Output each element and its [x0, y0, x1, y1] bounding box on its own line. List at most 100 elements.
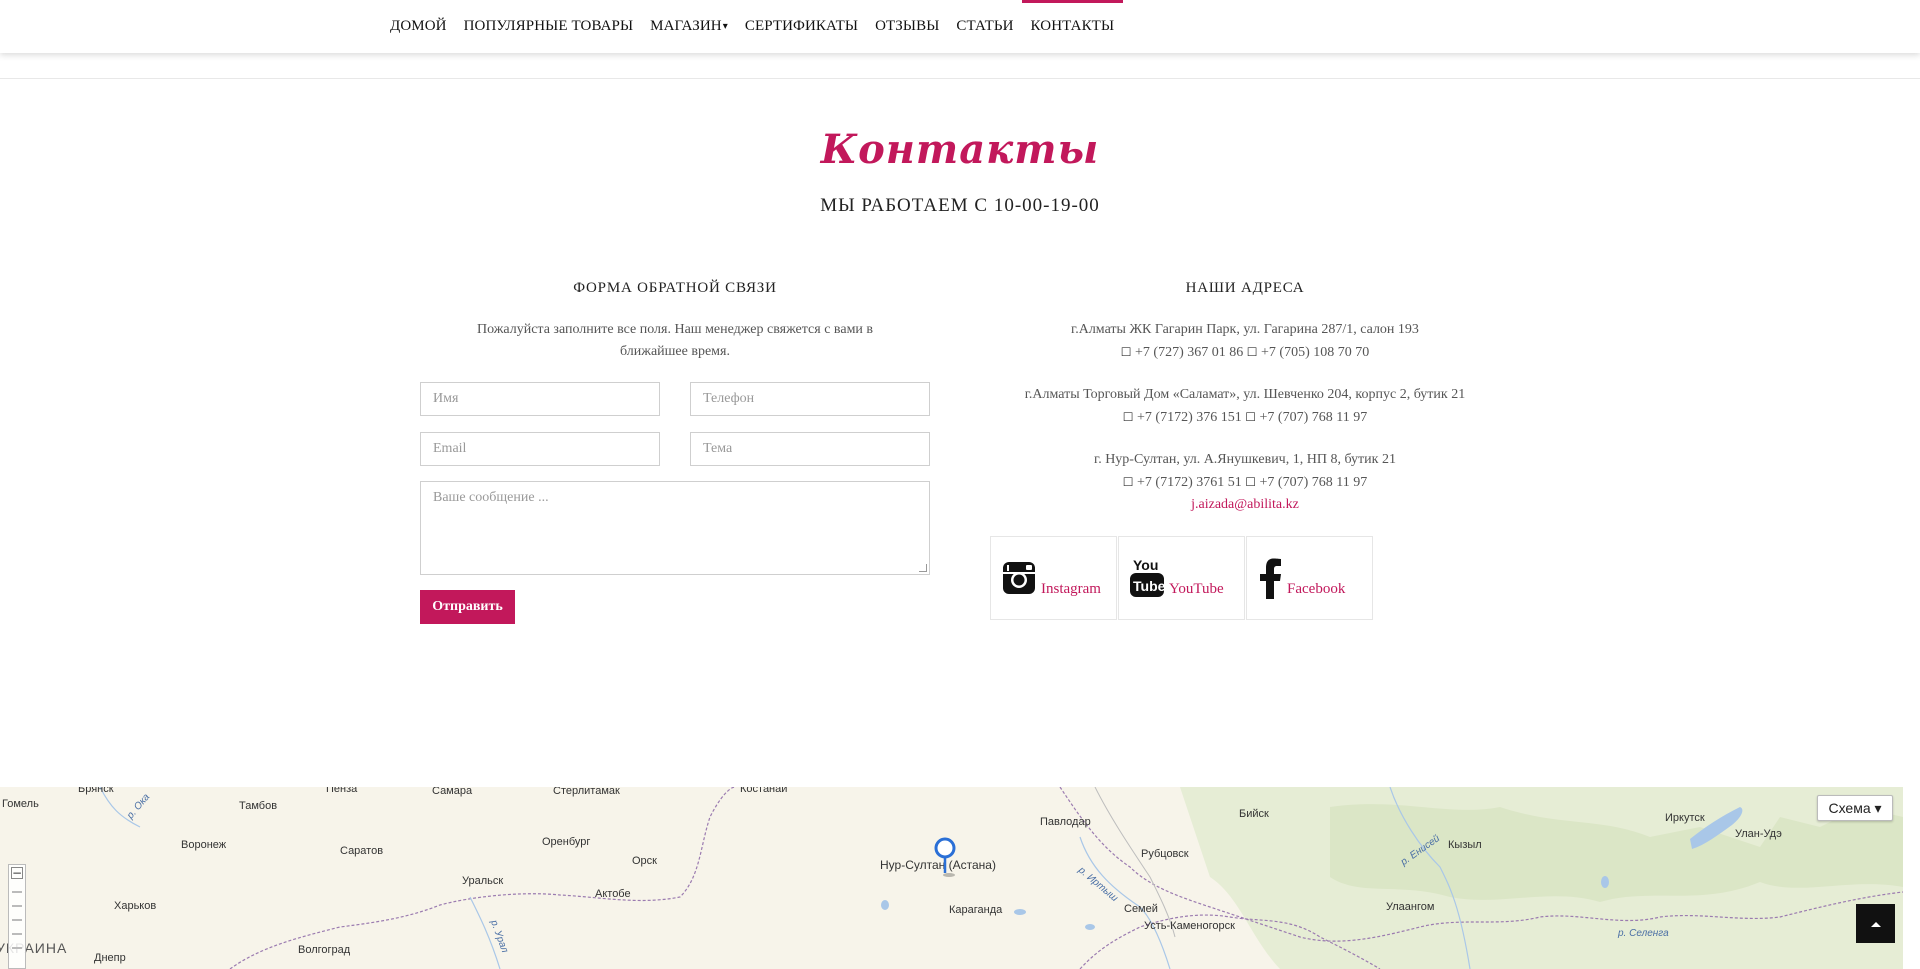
nav-item-shop[interactable]: МАГАЗИН ▾	[650, 0, 728, 53]
phone-number: +7 (707) 768 11 97	[1259, 410, 1368, 425]
map-layer-button[interactable]: Схема ▾	[1817, 795, 1893, 821]
nav-item-contacts[interactable]: КОНТАКТЫ	[1021, 0, 1123, 53]
map-city: Волгоград	[298, 944, 351, 956]
map-city: Стерлитамак	[553, 787, 620, 797]
phone-icon: ☐	[1122, 410, 1134, 424]
location-map[interactable]: Брянск Пенза Самара Стерлитамак Костанай…	[0, 787, 1903, 969]
map-city: Самара	[432, 787, 473, 797]
form-intro: Пожалуйста заполните все поля. Наш менед…	[476, 322, 874, 359]
address-phones: ☐ +7 (7172) 3761 51 ☐ +7 (707) 768 11 97	[990, 471, 1500, 494]
caret-down-icon: ▾	[722, 21, 728, 32]
nav-item-label: МАГАЗИН	[650, 18, 722, 34]
map-city: Семей	[1124, 903, 1158, 915]
name-input[interactable]: Имя	[420, 382, 660, 416]
nav-item-reviews[interactable]: ОТЗЫВЫ	[875, 0, 939, 53]
map-marker-icon[interactable]	[933, 837, 961, 879]
map-city: Воронеж	[181, 839, 227, 851]
instagram-icon	[1003, 562, 1035, 594]
scroll-to-top-button[interactable]	[1856, 904, 1895, 943]
map-city: Костанай	[740, 787, 788, 795]
phone-input[interactable]: Телефон	[690, 382, 930, 416]
facebook-icon	[1260, 558, 1281, 599]
address-text: г.Алматы ЖК Гагарин Парк, ул. Гагарина 2…	[1071, 322, 1419, 337]
phone-icon: ☐	[1120, 345, 1132, 359]
divider	[0, 78, 1920, 79]
zoom-tick	[12, 947, 22, 949]
form-title: ФОРМА ОБРАТНОЙ СВЯЗИ	[573, 280, 777, 296]
map-city: Усть-Каменогорск	[1144, 920, 1235, 932]
social-links: Instagram You Tube YouTube Facebook	[990, 536, 1374, 620]
youtube-icon: You Tube	[1130, 557, 1165, 597]
phone-number: +7 (727) 367 01 86	[1135, 345, 1244, 360]
phone-number: +7 (707) 768 11 97	[1259, 475, 1368, 490]
phone-icon: ☐	[1245, 410, 1257, 424]
social-label: YouTube	[1169, 580, 1224, 597]
svg-text:You: You	[1133, 557, 1158, 573]
youtube-link[interactable]: You Tube YouTube	[1118, 536, 1245, 620]
message-placeholder: Ваше сообщение ...	[433, 490, 549, 505]
map-city: Саратов	[340, 845, 384, 857]
social-label: Instagram	[1041, 580, 1101, 597]
map-city: Улаангом	[1386, 901, 1435, 913]
subject-input[interactable]: Тема	[690, 432, 930, 466]
resize-handle-icon[interactable]	[919, 564, 927, 572]
phone-number: +7 (7172) 3761 51	[1137, 475, 1242, 490]
nav-item-label: СТАТЬИ	[956, 18, 1014, 34]
address-item: г.Алматы ЖК Гагарин Парк, ул. Гагарина 2…	[990, 319, 1500, 364]
nav-item-articles[interactable]: СТАТЬИ	[956, 0, 1013, 53]
address-phones: ☐ +7 (727) 367 01 86 ☐ +7 (705) 108 70 7…	[990, 341, 1500, 364]
chevron-up-icon	[1870, 921, 1881, 927]
nav-item-label: ДОМОЙ	[390, 18, 447, 34]
map-city: Актобе	[595, 888, 631, 900]
map-city: Оренбург	[542, 836, 591, 848]
address-text: г. Нур-Султан, ул. А.Янушкевич, 1, НП 8,…	[1094, 452, 1396, 467]
nav-item-home[interactable]: ДОМОЙ	[390, 0, 447, 53]
map-city: Орск	[632, 855, 657, 867]
address-phones: ☐ +7 (7172) 376 151 ☐ +7 (707) 768 11 97	[990, 406, 1500, 429]
map-city: Рубцовск	[1141, 848, 1189, 860]
map-city: Пенза	[326, 787, 358, 795]
instagram-link[interactable]: Instagram	[990, 536, 1117, 620]
zoom-tick	[12, 905, 22, 907]
email-input[interactable]: Email	[420, 432, 660, 466]
map-city: Уральск	[462, 875, 504, 887]
map-river: р. Селенга	[1618, 928, 1669, 939]
social-label: Facebook	[1287, 580, 1346, 597]
map-city: Бийск	[1239, 808, 1269, 820]
map-zoom-control[interactable]: −	[8, 864, 26, 969]
map-city: Тамбов	[239, 800, 278, 812]
page-title: Контакты	[820, 126, 1100, 173]
nav-item-label: ПОПУЛЯРНЫЕ ТОВАРЫ	[463, 18, 634, 34]
map-city: Павлодар	[1040, 816, 1091, 828]
phone-icon: ☐	[1245, 475, 1257, 489]
address-text: г.Алматы Торговый Дом «Саламат», ул. Шев…	[1024, 387, 1466, 402]
zoom-out-icon[interactable]: −	[11, 867, 23, 879]
address-item: г. Нур-Султан, ул. А.Янушкевич, 1, НП 8,…	[990, 449, 1500, 516]
main-nav: ДОМОЙ ПОПУЛЯРНЫЕ ТОВАРЫ МАГАЗИН ▾ СЕРТИФИ…	[390, 0, 1131, 53]
phone-number: +7 (7172) 376 151	[1137, 410, 1242, 425]
nav-item-label: ОТЗЫВЫ	[875, 18, 940, 34]
map-city: Днепр	[94, 952, 126, 964]
nav-item-label: КОНТАКТЫ	[1030, 18, 1115, 34]
nav-item-certificates[interactable]: СЕРТИФИКАТЫ	[745, 0, 858, 53]
map-city: Караганда	[949, 904, 1003, 916]
facebook-link[interactable]: Facebook	[1246, 536, 1373, 620]
phone-icon: ☐	[1122, 475, 1134, 489]
message-textarea[interactable]: Ваше сообщение ...	[420, 481, 930, 575]
zoom-tick	[12, 891, 22, 893]
feedback-form: ФОРМА ОБРАТНОЙ СВЯЗИ Пожалуйста заполнит…	[420, 280, 930, 624]
submit-button[interactable]: Отправить	[420, 590, 515, 624]
addresses-section: НАШИ АДРЕСА г.Алматы ЖК Гагарин Парк, ул…	[990, 280, 1500, 516]
zoom-tick	[12, 933, 22, 935]
map-city: Харьков	[114, 900, 157, 912]
map-city: Иркутск	[1665, 812, 1705, 824]
phone-number: +7 (705) 108 70 70	[1261, 345, 1370, 360]
nav-item-label: СЕРТИФИКАТЫ	[744, 18, 859, 34]
svg-text:Tube: Tube	[1133, 578, 1165, 594]
map-city: Кызыл	[1448, 839, 1482, 851]
phone-icon: ☐	[1246, 345, 1258, 359]
email-link[interactable]: j.aizada@abilita.kz	[990, 494, 1500, 516]
address-item: г.Алматы Торговый Дом «Саламат», ул. Шев…	[990, 384, 1500, 429]
site-header: ДОМОЙ ПОПУЛЯРНЫЕ ТОВАРЫ МАГАЗИН ▾ СЕРТИФИ…	[0, 0, 1920, 53]
nav-item-popular[interactable]: ПОПУЛЯРНЫЕ ТОВАРЫ	[464, 0, 634, 53]
